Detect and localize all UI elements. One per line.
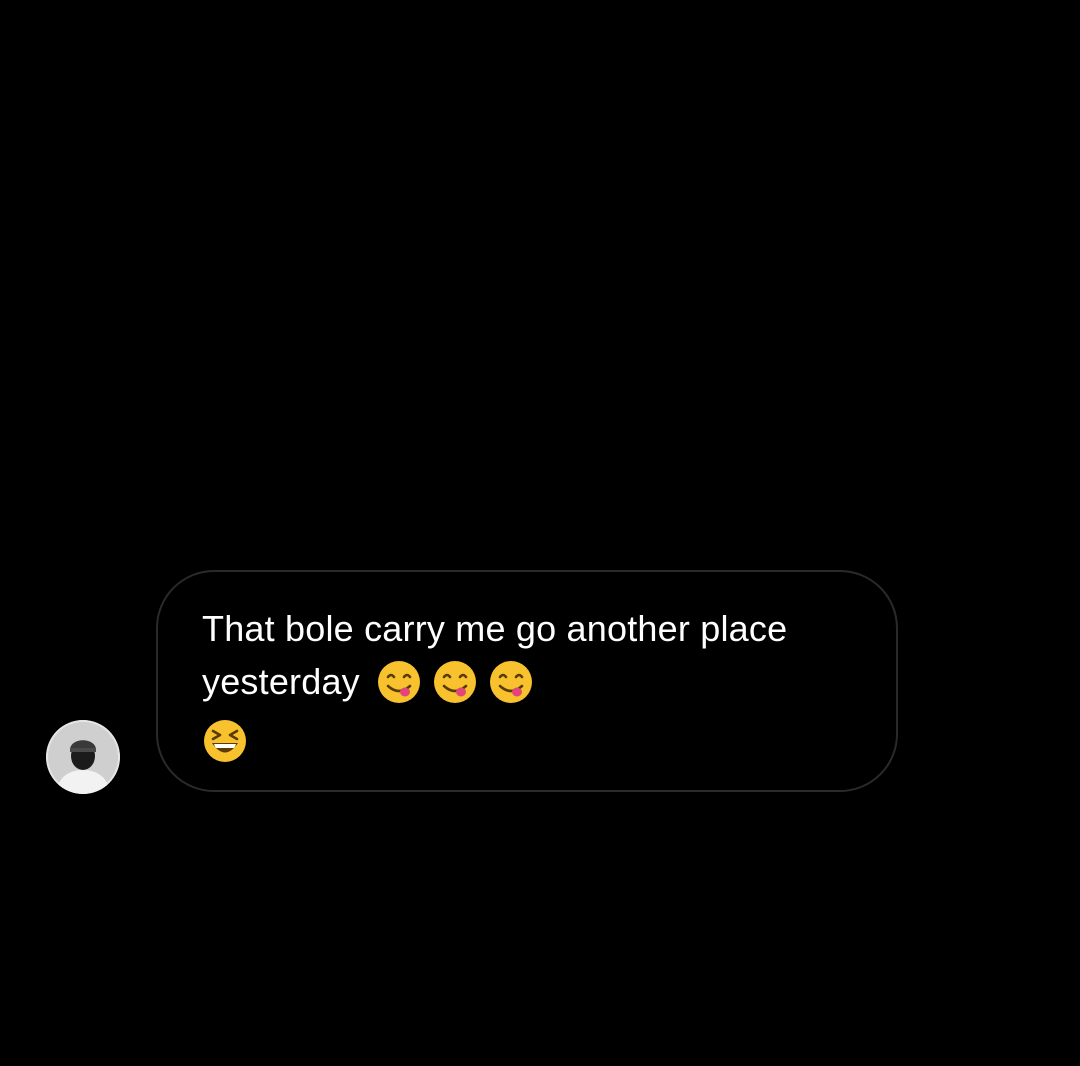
message-text-line-3 <box>202 714 856 767</box>
message-bubble[interactable]: That bole carry me go another place yest… <box>156 570 898 792</box>
chat-screen: That bole carry me go another place yest… <box>0 0 1080 1066</box>
grinning-squinting-face-icon <box>202 718 248 764</box>
message-row: That bole carry me go another place yest… <box>0 570 1080 798</box>
avatar[interactable] <box>46 720 120 794</box>
face-savoring-food-icon <box>432 659 478 705</box>
message-text-line-2: yesterday <box>202 655 856 708</box>
message-text: That bole carry me go another place <box>202 608 788 649</box>
message-text: yesterday <box>202 661 360 702</box>
face-savoring-food-icon <box>488 659 534 705</box>
avatar-photo-icon <box>46 720 120 794</box>
message-text-line-1: That bole carry me go another place <box>202 602 856 655</box>
face-savoring-food-icon <box>376 659 422 705</box>
